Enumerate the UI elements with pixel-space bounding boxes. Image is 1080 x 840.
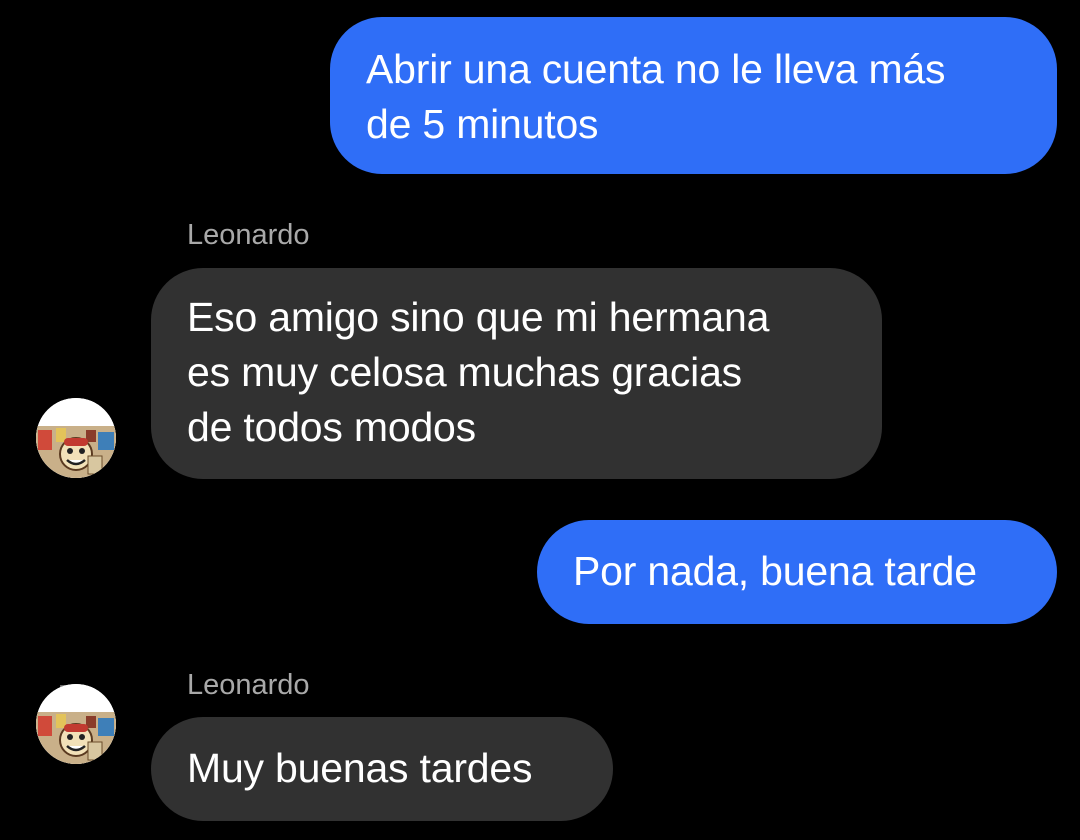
contact-avatar[interactable] bbox=[36, 398, 116, 478]
outgoing-message-bubble[interactable]: Por nada, buena tarde bbox=[537, 520, 1057, 624]
incoming-message-bubble[interactable]: Eso amigo sino que mi hermana es muy cel… bbox=[151, 268, 882, 479]
outgoing-message-bubble[interactable]: Abrir una cuenta no le lleva más de 5 mi… bbox=[330, 17, 1057, 174]
avatar-image bbox=[36, 398, 116, 478]
contact-avatar[interactable] bbox=[36, 684, 116, 764]
incoming-message-bubble[interactable]: Muy buenas tardes bbox=[151, 717, 613, 821]
sender-name: Leonardo bbox=[187, 219, 310, 251]
sender-name: Leonardo bbox=[187, 669, 310, 701]
avatar-image bbox=[36, 684, 116, 764]
